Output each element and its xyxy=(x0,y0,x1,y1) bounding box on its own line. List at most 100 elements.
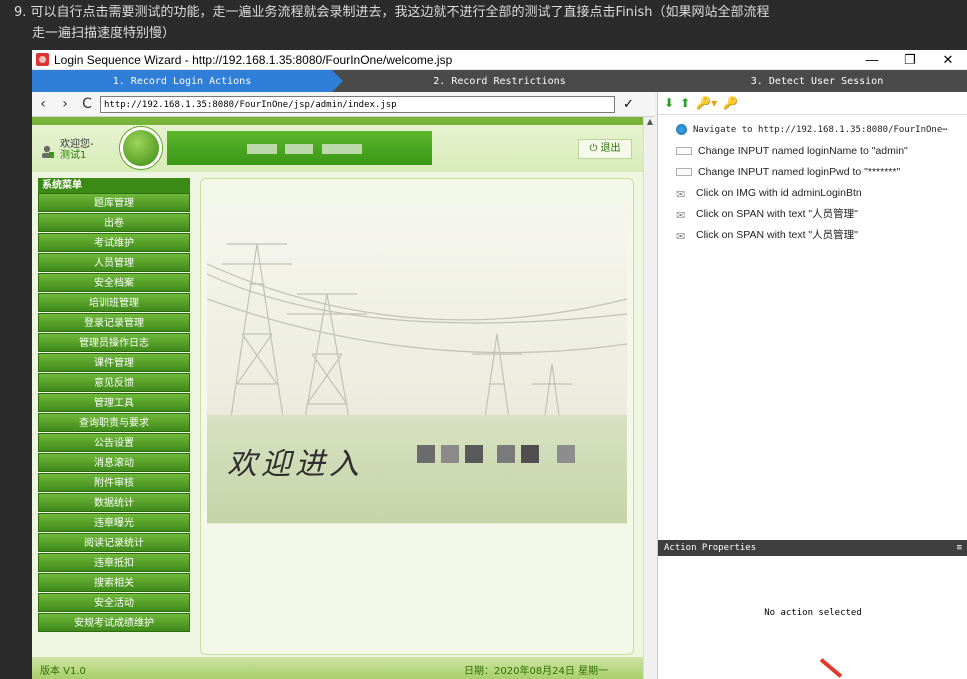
action-item[interactable]: Navigate to http://192.168.1.35:8080/Fou… xyxy=(676,119,967,140)
url-input[interactable]: http://192.168.1.35:8080/FourInOne/jsp/a… xyxy=(100,95,615,113)
menu-item[interactable]: 出卷 xyxy=(38,213,190,232)
menu-item[interactable]: 消息滚动 xyxy=(38,453,190,472)
back-button[interactable]: ‹ xyxy=(32,96,54,112)
content-frame: 欢迎进入 xyxy=(200,178,634,655)
app-icon xyxy=(36,53,49,66)
vertical-scrollbar[interactable]: ▲ xyxy=(643,117,656,679)
menu-title: 系统菜单 xyxy=(38,178,190,193)
action-item[interactable]: ✉ Click on SPAN with text "人员管理" xyxy=(676,203,967,224)
menu-item[interactable]: 搜索相关 xyxy=(38,573,190,592)
username: 测试1 xyxy=(60,150,87,161)
globe-icon xyxy=(676,124,687,135)
logo-circle xyxy=(120,127,162,169)
menu-item[interactable]: 管理员操作日志 xyxy=(38,333,190,352)
action-item[interactable]: Change INPUT named loginPwd to "*******" xyxy=(676,161,967,182)
menu-item[interactable]: 附件审核 xyxy=(38,473,190,492)
title-bar: Login Sequence Wizard - http://192.168.1… xyxy=(32,50,967,70)
move-up-icon[interactable]: ⬆ xyxy=(680,96,690,110)
step-detect-session[interactable]: 3. Detect User Session xyxy=(667,70,967,92)
web-page: 欢迎您- 测试1 ⏻ 退出 系统菜单 题库管理 出卷 考试维护 人员管理 安全档案 培训班… xyxy=(32,117,643,679)
window-title: Login Sequence Wizard - http://192.168.1… xyxy=(54,52,453,67)
logout-button[interactable]: ⏻ 退出 xyxy=(578,139,632,159)
wizard-window: Login Sequence Wizard - http://192.168.1… xyxy=(32,50,967,679)
input-icon xyxy=(676,146,692,155)
action-text: Change INPUT named loginName to "admin" xyxy=(698,144,908,157)
menu-item[interactable]: 公告设置 xyxy=(38,433,190,452)
site-footer: 版本 V1.0 日期：2020年08月24日 星期一 xyxy=(32,657,643,679)
action-item[interactable]: Change INPUT named loginName to "admin" xyxy=(676,140,967,161)
action-text: Change INPUT named loginPwd to "*******" xyxy=(698,165,901,178)
mosaic-block xyxy=(497,445,515,463)
note-line-1: 9. 可以自行点击需要测试的功能，走一遍业务流程就会录制进去，我这边就不进行全部… xyxy=(14,5,770,20)
menu-item[interactable]: 违章曝光 xyxy=(38,513,190,532)
red-arrow-annotation xyxy=(819,658,843,678)
close-button[interactable]: ✕ xyxy=(929,52,967,68)
scroll-up-icon[interactable]: ▲ xyxy=(644,117,656,126)
welcome-user: 欢迎您- 测试1 xyxy=(60,139,94,161)
refresh-button[interactable]: C xyxy=(76,96,98,112)
site-banner xyxy=(167,131,432,165)
menu-item[interactable]: 违章抵扣 xyxy=(38,553,190,572)
action-item[interactable]: ✉ Click on SPAN with text "人员管理" xyxy=(676,224,967,245)
welcome-banner: 欢迎进入 xyxy=(207,415,627,523)
menu-item[interactable]: 人员管理 xyxy=(38,253,190,272)
welcome-label: 欢迎您- xyxy=(60,139,94,150)
click-icon: ✉ xyxy=(676,209,686,222)
recorder-panel: ⬇ ⬆ 🔑▾ 🔑 Navigate to http://192.168.1.35… xyxy=(657,92,967,679)
menu-item[interactable]: 意见反馈 xyxy=(38,373,190,392)
click-icon: ✉ xyxy=(676,230,686,243)
menu-item[interactable]: 查询职责与要求 xyxy=(38,413,190,432)
go-button[interactable]: ✓ xyxy=(623,97,634,112)
menu-item[interactable]: 安全活动 xyxy=(38,593,190,612)
menu-icon[interactable]: ≡ xyxy=(957,540,962,556)
action-properties-header: Action Properties ≡ xyxy=(658,540,967,556)
version-label: 版本 V1.0 xyxy=(40,666,86,677)
blurred-text xyxy=(247,144,277,154)
menu-item[interactable]: 安规考试成绩维护 xyxy=(38,613,190,632)
menu-item[interactable]: 考试维护 xyxy=(38,233,190,252)
action-text: Click on IMG with id adminLoginBtn xyxy=(696,186,862,199)
action-text: Navigate to http://192.168.1.35:8080/Fou… xyxy=(693,124,948,135)
action-text: Click on SPAN with text "人员管理" xyxy=(696,229,858,241)
note-line-2: 走一遍扫描速度特别慢） xyxy=(32,26,176,41)
menu-items: 题库管理 出卷 考试维护 人员管理 安全档案 培训班管理 登录记录管理 管理员操作日志 课件管理… xyxy=(38,193,190,632)
step-record-restrictions[interactable]: 2. Record Restrictions xyxy=(332,70,667,92)
mosaic-block xyxy=(465,445,483,463)
menu-item[interactable]: 课件管理 xyxy=(38,353,190,372)
menu-item[interactable]: 管理工具 xyxy=(38,393,190,412)
minimize-button[interactable]: — xyxy=(853,52,891,67)
click-icon: ✉ xyxy=(676,188,686,201)
menu-item[interactable]: 阅读记录统计 xyxy=(38,533,190,552)
user-icon xyxy=(42,145,54,158)
blurred-text xyxy=(285,144,313,154)
no-action-label: No action selected xyxy=(764,608,862,618)
embedded-browser: ‹ › C http://192.168.1.35:8080/FourInOne… xyxy=(32,92,656,679)
step-record-login[interactable]: 1. Record Login Actions xyxy=(32,70,343,92)
site-menu: 系统菜单 题库管理 出卷 考试维护 人员管理 安全档案 培训班管理 登录记录管理 管理员操作日… xyxy=(38,178,190,648)
blurred-text xyxy=(322,144,362,154)
move-down-icon[interactable]: ⬇ xyxy=(664,96,674,110)
date-label: 日期：2020年08月24日 星期一 xyxy=(464,666,609,677)
key-dropdown-icon[interactable]: 🔑▾ xyxy=(696,96,717,110)
wizard-steps: 1. Record Login Actions 2. Record Restri… xyxy=(32,70,967,92)
mosaic-block xyxy=(441,445,459,463)
menu-item[interactable]: 培训班管理 xyxy=(38,293,190,312)
action-properties-body: No action selected xyxy=(658,556,967,679)
mosaic-block xyxy=(557,445,575,463)
action-item[interactable]: ✉ Click on IMG with id adminLoginBtn xyxy=(676,182,967,203)
action-properties-title: Action Properties xyxy=(664,543,757,553)
header-strip xyxy=(32,117,643,125)
site-header: 欢迎您- 测试1 ⏻ 退出 xyxy=(32,117,643,172)
menu-item[interactable]: 登录记录管理 xyxy=(38,313,190,332)
forward-button[interactable]: › xyxy=(54,96,76,112)
welcome-heading: 欢迎进入 xyxy=(227,447,363,482)
action-text: Click on SPAN with text "人员管理" xyxy=(696,208,858,220)
menu-item[interactable]: 安全档案 xyxy=(38,273,190,292)
action-list: Navigate to http://192.168.1.35:8080/Fou… xyxy=(658,115,967,245)
key-icon[interactable]: 🔑 xyxy=(723,96,738,110)
mosaic-block xyxy=(417,445,435,463)
menu-item[interactable]: 题库管理 xyxy=(38,193,190,212)
restore-button[interactable]: ❐ xyxy=(891,52,929,68)
input-icon xyxy=(676,167,692,176)
menu-item[interactable]: 数据统计 xyxy=(38,493,190,512)
